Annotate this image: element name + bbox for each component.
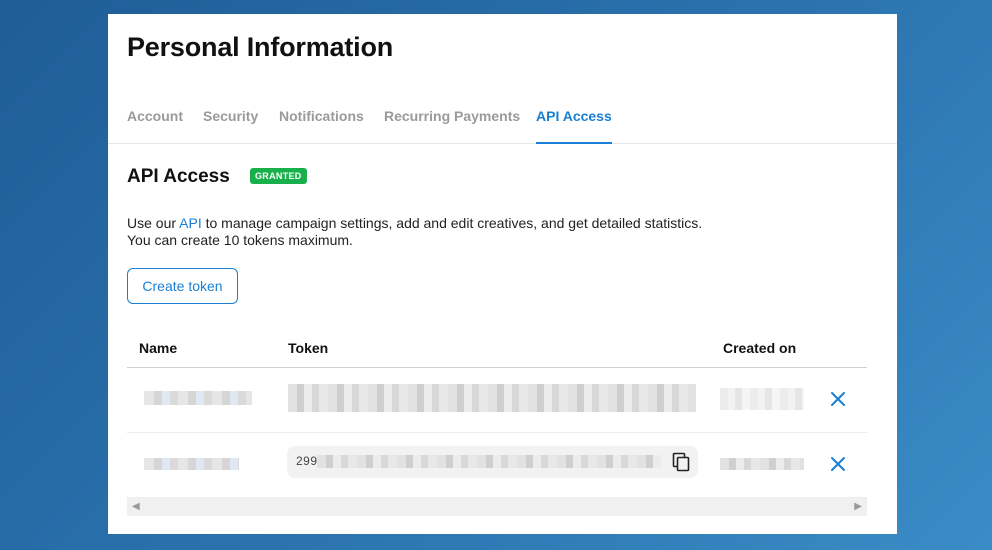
scroll-right-arrow-icon[interactable]: ▶ <box>854 501 862 512</box>
tab-api-access[interactable]: API Access <box>536 108 612 144</box>
column-header-token: Token <box>288 340 329 356</box>
tab-security[interactable]: Security <box>203 108 258 144</box>
description-line-1: Use our API to manage campaign settings,… <box>127 215 702 232</box>
tokens-table: Name Token Created on 299 <box>127 332 867 498</box>
status-badge: GRANTED <box>250 168 307 184</box>
redacted-created-on <box>720 388 804 410</box>
tab-bar: Account Security Notifications Recurring… <box>108 102 897 144</box>
token-prefix: 299 <box>296 454 318 468</box>
redacted-created-on <box>720 458 804 470</box>
section-title: API Access <box>127 166 230 187</box>
copy-icon[interactable] <box>672 452 690 472</box>
table-header: Name Token Created on <box>127 332 867 368</box>
personal-info-panel: Personal Information Account Security No… <box>108 14 897 534</box>
page-title: Personal Information <box>127 32 394 62</box>
scroll-left-arrow-icon[interactable]: ◀ <box>132 501 140 512</box>
redacted-token <box>288 384 696 412</box>
api-description: Use our API to manage campaign settings,… <box>127 215 702 249</box>
api-link[interactable]: API <box>179 215 202 231</box>
table-row <box>127 368 867 433</box>
create-token-button[interactable]: Create token <box>127 268 238 304</box>
redacted-name <box>144 391 252 405</box>
description-text: Use our <box>127 215 180 231</box>
description-line-2: You can create 10 tokens maximum. <box>127 232 353 248</box>
redacted-name <box>144 458 239 470</box>
redacted-token <box>317 455 661 468</box>
close-icon[interactable] <box>830 391 846 407</box>
column-header-created-on: Created on <box>723 340 797 356</box>
tab-notifications[interactable]: Notifications <box>279 108 364 144</box>
close-icon[interactable] <box>830 456 846 472</box>
horizontal-scrollbar[interactable]: ◀ ▶ <box>127 498 867 516</box>
description-text-cont: to manage campaign settings, add and edi… <box>201 215 703 231</box>
tab-recurring-payments[interactable]: Recurring Payments <box>384 108 520 144</box>
column-header-name: Name <box>139 340 178 356</box>
tab-account[interactable]: Account <box>127 108 183 144</box>
table-row: 299 <box>127 433 867 498</box>
token-field[interactable]: 299 <box>287 446 698 478</box>
